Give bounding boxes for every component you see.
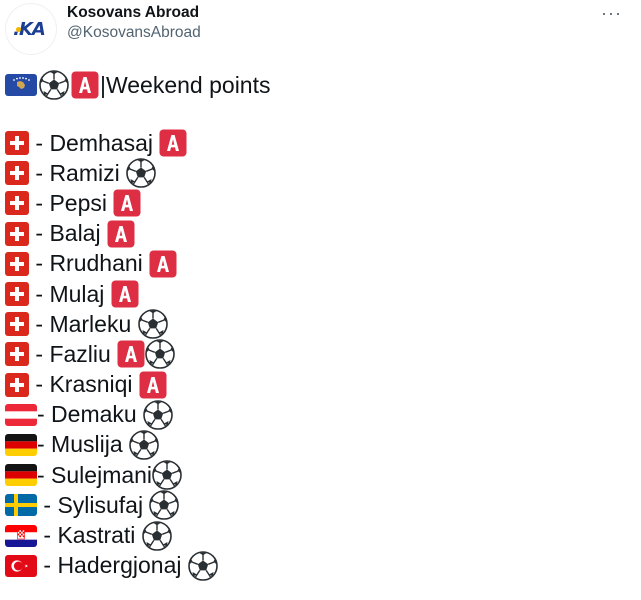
kosovo-flag-icon [5, 74, 37, 96]
a-button-icon [117, 340, 145, 368]
player-name: - Rrudhani [29, 250, 150, 277]
player-row: - Demhasaj [5, 128, 625, 158]
tweet-header: .KA Kosovans Abroad @KosovansAbroad ··· [0, 0, 641, 60]
a-button-icon [159, 129, 187, 157]
a-button-icon [113, 189, 141, 217]
player-row: - Demaku [5, 400, 625, 430]
soccer-ball-icon [149, 490, 179, 520]
player-row: - Kastrati [5, 520, 625, 550]
player-row: - Mulaj [5, 279, 625, 309]
player-name: - Kastrati [37, 522, 142, 549]
player-row: - Sylisufaj [5, 490, 625, 520]
switzerland-flag-icon [5, 161, 29, 186]
soccer-ball-icon [142, 521, 172, 551]
soccer-ball-icon [152, 460, 182, 490]
player-row: - Ramizi [5, 158, 625, 188]
switzerland-flag-icon [5, 131, 29, 156]
a-button-icon [111, 280, 139, 308]
switzerland-flag-icon [5, 372, 29, 397]
austria-flag-icon [5, 403, 37, 426]
player-name: - Demhasaj [29, 129, 160, 156]
soccer-ball-icon [138, 309, 168, 339]
switzerland-flag-icon [5, 191, 29, 216]
player-row: - Muslija [5, 430, 625, 460]
player-name: - Marleku [29, 310, 138, 337]
a-button-icon [71, 71, 99, 99]
avatar[interactable]: .KA [5, 3, 57, 55]
player-name: - Fazliu [29, 340, 118, 367]
a-button-icon [139, 371, 167, 399]
avatar-dot [16, 27, 21, 32]
tweet-title-line: |Weekend points [5, 71, 271, 99]
soccer-ball-icon [126, 158, 156, 188]
germany-flag-icon [5, 464, 37, 487]
a-button-icon [149, 250, 177, 278]
display-name[interactable]: Kosovans Abroad [67, 4, 199, 22]
switzerland-flag-icon [5, 312, 29, 337]
switzerland-flag-icon [5, 221, 29, 246]
tweet-title: |Weekend points [100, 71, 271, 98]
player-list: - Demhasaj - Ramizi - Pepsi - Balaj - Rr… [5, 128, 625, 581]
player-row: - Marleku [5, 309, 625, 339]
player-name: - Krasniqi [29, 371, 139, 398]
player-row: - Balaj [5, 219, 625, 249]
switzerland-flag-icon [5, 282, 29, 307]
switzerland-flag-icon [5, 342, 29, 367]
switzerland-flag-icon [5, 251, 29, 276]
sweden-flag-icon [5, 494, 37, 517]
player-name: - Ramizi [29, 159, 127, 186]
player-name: - Balaj [29, 220, 107, 247]
turkey-flag-icon [5, 554, 37, 577]
soccer-ball-icon [188, 551, 218, 581]
soccer-ball-icon [129, 430, 159, 460]
player-name: - Hadergjonaj [37, 552, 188, 579]
germany-flag-icon [5, 433, 37, 456]
soccer-ball-icon [143, 400, 173, 430]
player-name: - Mulaj [29, 280, 111, 307]
soccer-ball-icon [39, 70, 69, 100]
player-row: - Krasniqi [5, 370, 625, 400]
croatia-flag-icon [5, 524, 37, 547]
player-row: - Hadergjonaj [5, 551, 625, 581]
player-row: - Fazliu [5, 339, 625, 369]
player-name: - Pepsi [29, 189, 114, 216]
player-name: - Muslija [37, 431, 130, 458]
player-row: - Sulejmani [5, 460, 625, 490]
player-row: - Pepsi [5, 188, 625, 218]
player-row: - Rrudhani [5, 249, 625, 279]
player-name: - Sulejmani [37, 461, 153, 488]
handle[interactable]: @KosovansAbroad [67, 24, 201, 42]
soccer-ball-icon [145, 339, 175, 369]
a-button-icon [107, 220, 135, 248]
player-name: - Sylisufaj [37, 491, 150, 518]
player-name: - Demaku [37, 401, 144, 428]
more-options-icon[interactable]: ··· [601, 3, 622, 24]
